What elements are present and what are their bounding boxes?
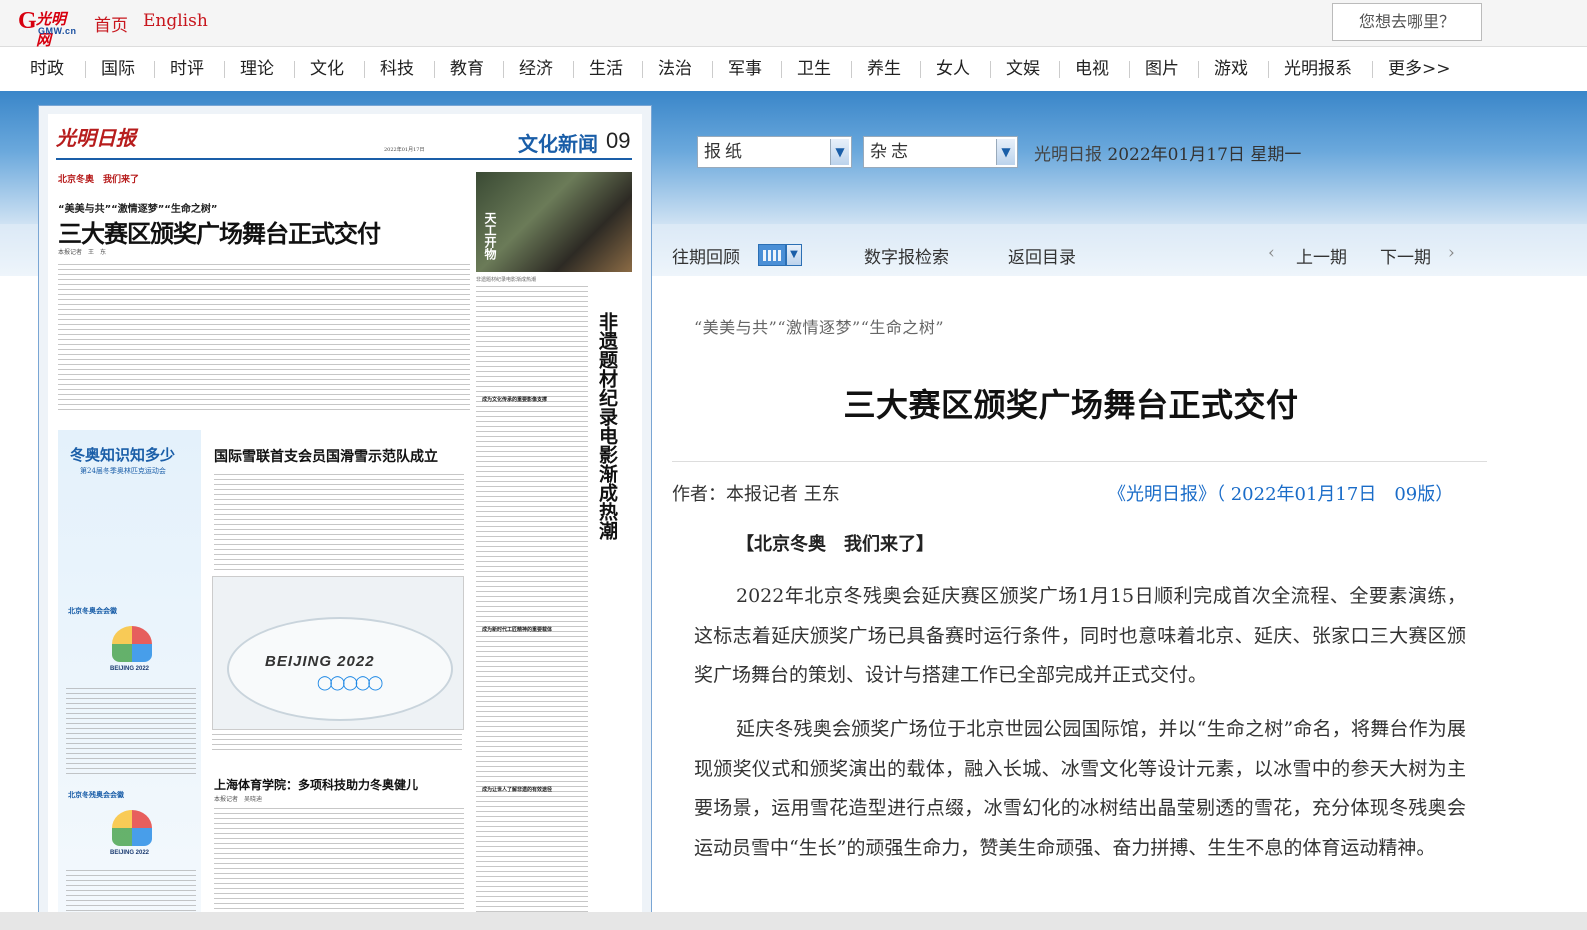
pp-section-b: 成为新时代工匠精神的重要载体 <box>482 627 553 633</box>
nav-item[interactable]: 游戏 <box>1214 54 1248 79</box>
rink-logo-text: BEIJING 2022 <box>265 653 375 670</box>
pp-rink-photo[interactable]: BEIJING 2022 ◯◯◯◯◯ <box>212 576 464 730</box>
issue-dateline: 光明日报 2022年01月17日 星期一 <box>1034 140 1301 165</box>
emblem-caption: BEIJING 2022 <box>110 850 150 856</box>
article-paragraph: 2022年北京冬残奥会延庆赛区颁奖广场1月15日顺利完成首次全流程、全要素演练，… <box>694 585 1466 686</box>
pp-vertical-headline[interactable]: 非遗题材纪录电影渐成热潮 <box>596 312 618 540</box>
calendar-icon[interactable] <box>758 244 786 266</box>
nav-item[interactable]: 法治 <box>658 54 692 79</box>
article-paragraph: 延庆冬残奥会颁奖广场位于北京世园公园国际馆，并以“生命之树”命名，将舞台作为展现… <box>694 718 1466 859</box>
issue-date: 2022年01月17日 <box>1107 145 1245 165</box>
nav-item[interactable]: 女人 <box>936 54 970 79</box>
nav-item[interactable]: 国际 <box>101 54 135 79</box>
pp-caption-block <box>212 734 462 754</box>
pp-text-block[interactable] <box>58 264 470 414</box>
newspaper-select-value: 报纸 <box>704 142 746 162</box>
pp-subhead: “美美与共”“激情逐梦”“生命之树” <box>58 204 218 215</box>
nav-item-more[interactable]: 更多>> <box>1388 54 1451 79</box>
issue-weekday: 星期一 <box>1250 145 1302 165</box>
pp-dateline: 2022年01月17日 <box>384 147 425 153</box>
nav-item[interactable]: 时评 <box>170 54 204 79</box>
pp-headline-3[interactable]: 上海体育学院：多项科技助力冬奥健儿 <box>214 776 418 793</box>
pp-section-title: 文化新闻 <box>518 132 598 156</box>
newspaper-page-image[interactable]: 光明日报 2022年01月17日 文化新闻 09 北京冬奥 我们来了 “美美与共… <box>48 114 642 930</box>
nav-item[interactable]: 文娱 <box>1006 54 1040 79</box>
nav-item[interactable]: 卫生 <box>797 54 831 79</box>
pp-photo-caption: 非遗题材纪录电影渐成热潮 <box>476 277 537 283</box>
newspaper-select[interactable]: 报纸 ▼ <box>697 136 852 168</box>
nav-item[interactable]: 生活 <box>589 54 623 79</box>
chevron-right-icon[interactable]: › <box>1448 243 1455 263</box>
top-bar: G 光明网 GMW.cn 首页 English 您想去哪里？ <box>0 0 1587 49</box>
horizontal-scrollbar[interactable] <box>0 912 1587 930</box>
home-link[interactable]: 首页 <box>94 11 128 36</box>
pp-masthead: 光明日报 <box>56 126 136 150</box>
pp-headline-2[interactable]: 国际雪联首支会员国滑雪示范队成立 <box>214 446 438 466</box>
olympic-emblem-icon <box>112 626 152 662</box>
logo-en: GMW.cn <box>38 26 77 36</box>
nav-item[interactable]: 光明报系 <box>1284 54 1352 79</box>
emblem-caption: BEIJING 2022 <box>110 666 150 672</box>
magazine-select-value: 杂志 <box>870 142 912 162</box>
pp-page-number: 09 <box>606 128 631 153</box>
channel-nav: 时政 国际 时评 理论 文化 科技 教育 经济 生活 法治 军事 卫生 养生 女… <box>0 47 1587 91</box>
nav-item[interactable]: 图片 <box>1145 54 1179 79</box>
nav-item[interactable]: 时政 <box>30 54 64 79</box>
archive-link[interactable]: 往期回顾 <box>672 243 740 268</box>
prev-issue-link[interactable]: 上一期 <box>1296 243 1347 268</box>
calendar-dropdown-icon[interactable]: ▼ <box>786 244 802 266</box>
pp-text-block[interactable] <box>214 474 464 570</box>
next-issue-link[interactable]: 下一期 <box>1380 243 1431 268</box>
pp-photo[interactable]: 天工开物 <box>476 172 632 272</box>
logo-mark: G <box>18 8 37 34</box>
magazine-select[interactable]: 杂志 ▼ <box>863 136 1018 168</box>
nav-item[interactable]: 理论 <box>240 54 274 79</box>
pp-kicker: 北京冬奥 我们来了 <box>58 175 140 185</box>
olympic-rings-icon: ◯◯◯◯◯ <box>317 675 383 691</box>
pp-section-a: 成为文化传承的重要影像支撑 <box>482 397 548 403</box>
nav-item[interactable]: 养生 <box>867 54 901 79</box>
back-to-toc-link[interactable]: 返回目录 <box>1008 243 1076 268</box>
english-link[interactable]: English <box>143 11 208 31</box>
pp-section-c: 成为让世人了解非遗的有效途径 <box>482 787 553 793</box>
pp-sidebar-label: 北京冬奥会会徽 <box>68 607 117 615</box>
chevron-down-icon[interactable]: ▼ <box>996 139 1015 165</box>
pp-sidebar-subtitle: 第24届冬季奥林匹克运动会 <box>80 467 166 475</box>
nav-item[interactable]: 科技 <box>380 54 414 79</box>
pp-text-block[interactable] <box>66 688 196 778</box>
paralympic-emblem-icon <box>112 810 152 846</box>
pp-headline[interactable]: 三大赛区颁奖广场舞台正式交付 <box>58 214 381 249</box>
nav-item[interactable]: 经济 <box>519 54 553 79</box>
divider <box>672 461 1487 462</box>
pp-sidebar-title: 冬奥知识知多少 <box>70 446 176 464</box>
site-logo[interactable]: G 光明网 GMW.cn <box>18 6 80 49</box>
chevron-left-icon[interactable]: ‹ <box>1268 243 1275 263</box>
author-label: 作者： <box>672 484 726 505</box>
pp-photo-label: 天工开物 <box>483 212 497 260</box>
pp-sidebar-label: 北京冬残奥会会徽 <box>68 791 124 799</box>
article-headline: 三大赛区颁奖广场舞台正式交付 <box>843 386 1299 424</box>
article-kicker: 【北京冬奥 我们来了】 <box>736 534 934 555</box>
article-author: 作者：本报记者 王东 <box>672 480 840 506</box>
nav-item[interactable]: 文化 <box>310 54 344 79</box>
chevron-down-icon[interactable]: ▼ <box>830 139 849 165</box>
author-name: 本报记者 王东 <box>726 484 840 505</box>
pp-text-block[interactable] <box>214 808 464 928</box>
nav-item[interactable]: 教育 <box>450 54 484 79</box>
article-source[interactable]: 《光明日报》（ 2022年01月17日 09版） <box>1108 480 1453 506</box>
nav-item[interactable]: 电视 <box>1075 54 1109 79</box>
site-search-input[interactable]: 您想去哪里？ <box>1332 3 1482 41</box>
paper-name: 光明日报 <box>1034 145 1102 165</box>
digital-search-link[interactable]: 数字报检索 <box>864 243 949 268</box>
pp-byline-3: 本报记者 吴晓迪 <box>214 796 263 803</box>
pp-text-block[interactable] <box>476 286 588 926</box>
pp-byline: 本报记者 王 东 <box>58 249 107 256</box>
pp-rule <box>56 158 632 160</box>
article-subtitle: “美美与共”“激情逐梦”“生命之树” <box>694 318 945 337</box>
nav-item[interactable]: 军事 <box>728 54 762 79</box>
